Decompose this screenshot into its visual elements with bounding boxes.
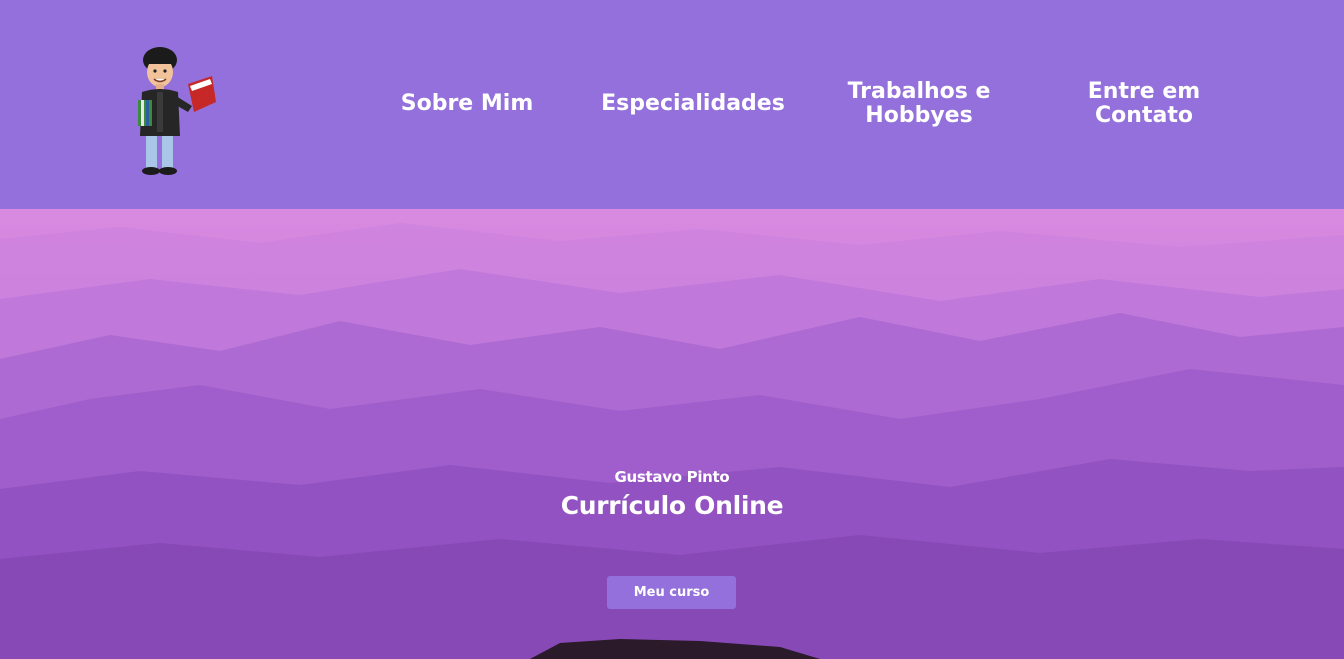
nav-entre-em-contato[interactable]: Entre em Contato xyxy=(1064,80,1224,128)
nav-sobre-mim[interactable]: Sobre Mim xyxy=(392,92,542,116)
nav-label-line1: Trabalhos e xyxy=(847,79,991,104)
nav-label: Sobre Mim xyxy=(400,91,534,116)
nav-label-line1: Entre em xyxy=(1087,79,1201,104)
site-header: Sobre Mim Especialidades Trabalhos e Hob… xyxy=(0,0,1344,209)
meu-curso-button[interactable]: Meu curso xyxy=(607,576,736,609)
hero-title: Currículo Online xyxy=(560,491,784,520)
nav-label: Especialidades xyxy=(601,91,785,116)
hero-subtitle: Gustavo Pinto xyxy=(614,468,730,486)
avatar-icon xyxy=(138,47,216,175)
avatar-logo[interactable] xyxy=(126,44,222,178)
nav-label-line2: Contato xyxy=(1095,103,1193,128)
hero-section: Gustavo Pinto Currículo Online Meu curso xyxy=(0,209,1344,659)
nav-especialidades[interactable]: Especialidades xyxy=(598,92,788,116)
nav-trabalhos-hobbyes[interactable]: Trabalhos e Hobbyes xyxy=(834,80,1004,128)
nav-label-line2: Hobbyes xyxy=(865,103,973,128)
